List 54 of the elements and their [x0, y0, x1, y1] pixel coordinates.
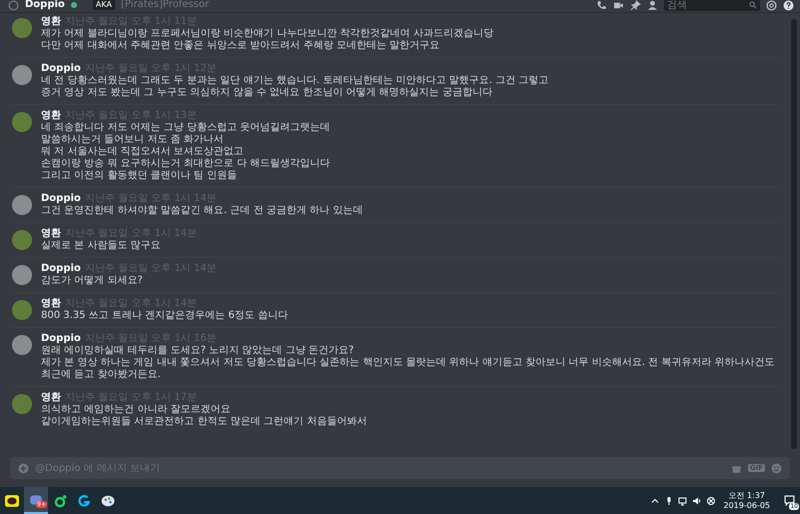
message-text: 손캠이랑 방송 뭐 요구하시는거 최대한으로 다 해드릴생각입니다: [41, 158, 330, 170]
clock-date[interactable]: 2019-06-05: [724, 500, 770, 510]
avatar[interactable]: [12, 394, 32, 414]
message-text: 네 죄송합니다 저도 어제는 그냥 당황스럽고 웃어넘길려그랫는데: [41, 122, 330, 134]
message-text: 뭐 저 서울사는데 직접오셔서 보셔도상관없고: [41, 146, 245, 158]
author-name[interactable]: 영환: [41, 298, 61, 310]
author-name[interactable]: Doppio: [41, 193, 81, 205]
message-text: 제가 어제 블라디님이랑 프로페서님이랑 비슷한얘기 나누다보니깐 착각한것같네여 사과드리겠습니당: [41, 28, 494, 40]
avatar[interactable]: [12, 65, 32, 85]
pin-icon[interactable]: [630, 0, 641, 10]
avatar[interactable]: [12, 112, 32, 132]
author-name[interactable]: Doppio: [41, 333, 81, 345]
author-name[interactable]: Doppio: [41, 63, 81, 75]
speaker-icon[interactable]: [692, 496, 702, 506]
video-icon[interactable]: [613, 0, 624, 10]
author-name[interactable]: 영환: [41, 110, 61, 122]
avatar[interactable]: [12, 335, 32, 355]
avatar[interactable]: [12, 300, 32, 320]
message-text: 그리고 이전의 활동했던 클랜이나 팀 인원들: [41, 170, 238, 182]
message-text: 감도가 어떻게 되세요?: [41, 275, 144, 287]
blocked-icon[interactable]: [706, 496, 716, 506]
network-icon[interactable]: [678, 496, 688, 506]
author-name[interactable]: 영환: [41, 228, 61, 240]
avatar[interactable]: [12, 265, 32, 285]
message-text: 증거 영상 저도 봤는데 그 누구도 의심하지 않을 수 없네요 한조님이 어떻게 해명하실지는 궁금합니다: [41, 87, 494, 99]
palette-icon: [101, 494, 115, 508]
avatar[interactable]: [12, 18, 32, 38]
message-text: 800 3.35 쓰고 트레나 겐지같은경우에는 6정도 씁니다: [41, 310, 288, 322]
scrollbar[interactable]: [791, 19, 797, 449]
help-icon[interactable]: [783, 0, 794, 10]
message-text: 말씀하시는거 들어보니 저도 좀 화가나서: [41, 134, 225, 146]
search-field[interactable]: 검색: [667, 0, 749, 10]
message-text: 원래 에이밍하실때 테두리를 도세요? 노리지 않았는데 그냥 돈건가요?: [41, 345, 355, 357]
avatar[interactable]: [12, 195, 32, 215]
user-icon[interactable]: [647, 0, 658, 10]
message-text: 실제로 본 사람들도 많구요: [41, 240, 162, 252]
phone-icon[interactable]: [596, 0, 607, 10]
message-text: 의식하고 에임하는건 아니라 잘모르겠어요: [41, 404, 232, 416]
author-name[interactable]: Doppio: [41, 263, 81, 275]
author-name[interactable]: 영환: [41, 16, 61, 28]
chat-bubble-icon: [5, 494, 19, 508]
search-icon: [749, 1, 757, 9]
message-text: 그건 운영진한테 하셔야할 말씀같긴 해요. 근데 전 궁금한게 하나 있는데: [41, 205, 363, 217]
search-bar[interactable]: 검색: [664, 0, 760, 11]
aka-badge: AKA: [92, 0, 115, 10]
ring-icon: [53, 494, 67, 508]
author-name[interactable]: 영환: [41, 392, 61, 404]
message-text: 제가 본 영상 하나는 게임 내내 쫓으셔서 저도 당황스럽습니다 실존하는 핵인지도 몰랏는데 위하나 얘기듣고 찾아보니 너무 비슷해서요. 전 복귀유저라 위하나사건도 최근에 듣고 찾아봤거든요.: [41, 357, 776, 381]
message-text: 같이게임하는위원들 서로관전하고 한적도 많은데 그런얘기 처음들어봐서: [41, 416, 367, 428]
message-text: 다만 어제 대화에서 주혜관련 안좋은 뉘앙스로 받아드려서 주혜랑 모네한테는 말한거구요: [41, 40, 441, 52]
clock-time[interactable]: 오전 1:37: [728, 490, 765, 500]
message-text: 네 전 당황스러웠는데 그래도 두 분과는 일단 얘기는 했습니다. 토레타님한테는 미안하다고 말했구요. 그건 그렇고: [41, 75, 549, 87]
avatar[interactable]: [12, 230, 32, 250]
g-letter-icon: [77, 494, 91, 508]
